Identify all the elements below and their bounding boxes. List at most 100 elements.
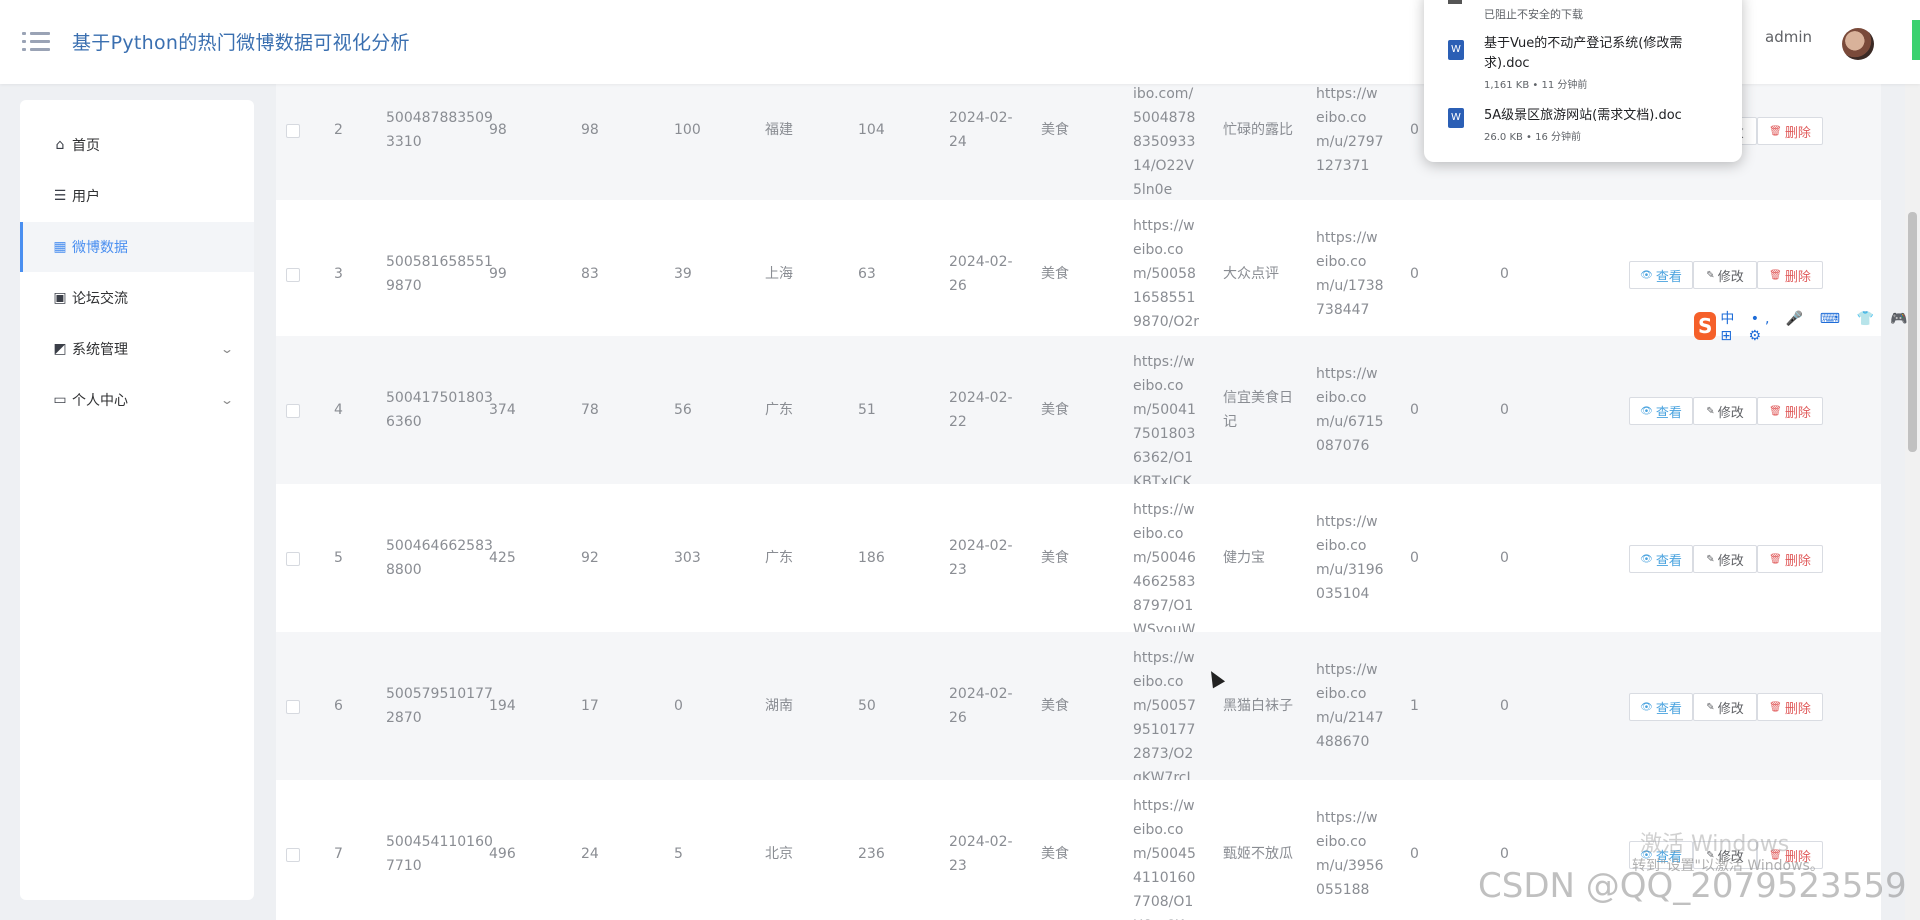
trash-icon: 🗑: [1769, 701, 1782, 713]
sliders-icon: ☰: [53, 188, 67, 204]
row-checkbox[interactable]: [286, 848, 300, 862]
sidebar-item-users[interactable]: ☰ 用户: [20, 171, 254, 221]
edit-icon: ✎: [1706, 701, 1715, 713]
table-row: 5 5004646625838800 425 92 303 广东 186 2024-02-23…: [276, 484, 1881, 662]
metric-4: 63: [858, 266, 876, 282]
ime-toolbar-items[interactable]: 中 •, 🎤 ⌨ 👕 🎮 ⊞ ⚙: [1720, 308, 1920, 344]
metric-5: 0: [1410, 266, 1419, 282]
download-file-meta: 26.0 KB • 16 分钟前: [1484, 132, 1582, 143]
metric-6: 0: [1500, 402, 1509, 418]
row-checkbox[interactable]: [286, 404, 300, 418]
sidebar: ⌂ 首页 ☰ 用户 ▦ 微博数据 ▣ 论坛交流 ◩ 系统管理 ⌄ ▭ 个人中心 …: [20, 100, 254, 900]
row-checkbox[interactable]: [286, 268, 300, 282]
metric-5: 0: [1410, 122, 1419, 138]
author-name: 大众点评: [1223, 266, 1279, 282]
view-button[interactable]: 👁查看: [1629, 261, 1693, 289]
button-label: 修改: [1717, 269, 1744, 285]
category: 美食: [1041, 266, 1069, 282]
sidebar-item-label: 微博数据: [72, 240, 128, 256]
sidebar-item-label: 首页: [72, 138, 100, 154]
row-checkbox[interactable]: [286, 700, 300, 714]
user-url[interactable]: https://weibo.com/u/3956055188: [1316, 806, 1384, 902]
user-url[interactable]: https://weibo.com/u/6715087076: [1316, 362, 1384, 458]
row-checkbox[interactable]: [286, 552, 300, 566]
author-name: 信宜美食日记: [1223, 390, 1293, 430]
weibo-url[interactable]: ibo.com/5004878835093314/O22V5ln0e: [1133, 84, 1201, 202]
menu-toggle-icon[interactable]: [22, 30, 50, 54]
sidebar-item-label: 系统管理: [72, 342, 128, 358]
author-name: 健力宝: [1223, 550, 1265, 566]
user-url[interactable]: https://weibo.com/u/1738738447: [1316, 226, 1384, 322]
metric-2: 24: [581, 846, 599, 862]
view-button[interactable]: 👁查看: [1629, 397, 1693, 425]
weibo-url[interactable]: https://weibo.com/5004175018036362/O1KBT…: [1133, 350, 1201, 494]
metric-2: 78: [581, 402, 599, 418]
username[interactable]: admin: [1765, 28, 1812, 46]
button-label: 删除: [1784, 405, 1811, 421]
trash-icon: 🗑: [1769, 125, 1782, 137]
delete-button[interactable]: 🗑 删除: [1757, 261, 1823, 289]
view-icon: 👁: [1640, 269, 1653, 281]
weibo-url[interactable]: https://weibo.com/5005795101772873/O2qKW…: [1133, 646, 1201, 790]
view-button[interactable]: 👁查看: [1629, 545, 1693, 573]
download-blocked-icon: [1448, 0, 1462, 4]
button-label: 查看: [1655, 405, 1682, 421]
province: 湖南: [765, 698, 793, 714]
edit-button[interactable]: ✎修改: [1693, 397, 1757, 425]
metric-1: 425: [489, 550, 516, 566]
ime-toolbar[interactable]: S 中 •, 🎤 ⌨ 👕 🎮 ⊞ ⚙: [1694, 311, 1920, 344]
edit-button[interactable]: ✎修改: [1693, 545, 1757, 573]
metric-1: 374: [489, 402, 516, 418]
user-url[interactable]: https://weibo.com/u/2797127371: [1316, 84, 1384, 178]
downloads-popup: 已阻止不安全的下载 W 基于Vue的不动产登记系统(修改需求).doc 1,16…: [1424, 0, 1742, 162]
user-url[interactable]: https://weibo.com/u/3196035104: [1316, 510, 1384, 606]
button-label: 修改: [1717, 701, 1744, 717]
view-icon: 👁: [1640, 701, 1653, 713]
delete-button[interactable]: 🗑 删除: [1757, 693, 1823, 721]
delete-button[interactable]: 🗑 删除: [1757, 117, 1823, 145]
weibo-id: 5004175018036360: [386, 390, 493, 430]
sidebar-item-weibo-data[interactable]: ▦ 微博数据: [20, 222, 254, 272]
weibo-url[interactable]: https://weibo.com/5004541101607708/O1U8m…: [1133, 794, 1201, 920]
category: 美食: [1041, 402, 1069, 418]
sogou-logo-icon[interactable]: S: [1694, 312, 1717, 340]
edit-button[interactable]: ✎修改: [1693, 693, 1757, 721]
delete-button[interactable]: 🗑 删除: [1757, 397, 1823, 425]
edit-icon: ✎: [1706, 269, 1715, 281]
card-icon: ▭: [53, 392, 67, 408]
download-item[interactable]: W 5A级景区旅游网站(需求文档).doc 26.0 KB • 16 分钟前: [1424, 106, 1742, 146]
edit-button[interactable]: ✎修改: [1693, 261, 1757, 289]
button-label: 修改: [1717, 553, 1744, 569]
province: 福建: [765, 122, 793, 138]
province: 广东: [765, 402, 793, 418]
button-label: 删除: [1784, 269, 1811, 285]
sidebar-item-home[interactable]: ⌂ 首页: [20, 120, 254, 170]
avatar[interactable]: [1842, 28, 1874, 60]
button-label: 删除: [1784, 125, 1811, 141]
metric-2: 17: [581, 698, 599, 714]
download-item[interactable]: W 基于Vue的不动产登记系统(修改需求).doc 1,161 KB • 11 …: [1424, 34, 1742, 91]
page-scrollbar[interactable]: [1905, 84, 1920, 920]
metric-6: 0: [1500, 266, 1509, 282]
delete-button[interactable]: 🗑 删除: [1757, 545, 1823, 573]
sidebar-item-system[interactable]: ◩ 系统管理 ⌄: [20, 324, 254, 374]
metric-3: 303: [674, 550, 701, 566]
metric-6: 0: [1500, 846, 1509, 862]
user-url[interactable]: https://weibo.com/u/2147488670: [1316, 658, 1384, 754]
sidebar-item-forum[interactable]: ▣ 论坛交流: [20, 273, 254, 323]
download-file-name: 5A级景区旅游网站(需求文档).doc: [1484, 108, 1682, 123]
view-button[interactable]: 👁查看: [1629, 693, 1693, 721]
metric-3: 39: [674, 266, 692, 282]
table-row: 3 5005816585519870 99 83 39 上海 63 2024-02-26 美食 h…: [276, 200, 1881, 354]
word-doc-icon: W: [1448, 108, 1464, 128]
metric-3: 56: [674, 402, 692, 418]
button-label: 查看: [1655, 553, 1682, 569]
row-checkbox[interactable]: [286, 124, 300, 138]
category: 美食: [1041, 846, 1069, 862]
sidebar-item-label: 用户: [72, 189, 100, 205]
metric-2: 98: [581, 122, 599, 138]
category: 美食: [1041, 122, 1069, 138]
window-accent: [1912, 20, 1920, 60]
author-name: 忙碌的露比: [1223, 122, 1293, 138]
sidebar-item-profile[interactable]: ▭ 个人中心 ⌄: [20, 375, 254, 425]
